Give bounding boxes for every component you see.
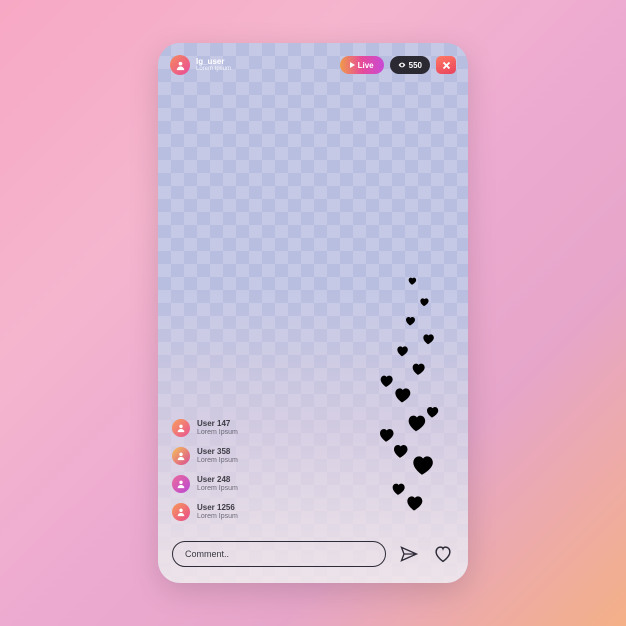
broadcaster-subline: Lorem Ipsum [196, 66, 334, 72]
comment-item[interactable]: User 1256 Lorem Ipsum [172, 503, 238, 521]
app-background: Ig_user Lorem Ipsum Live 550 User 147 Lo… [0, 0, 626, 626]
commenter-name: User 248 [197, 476, 238, 485]
commenter-avatar [172, 419, 190, 437]
commenter-name: User 1256 [197, 504, 238, 513]
comment-feed: User 147 Lorem Ipsum User 358 Lorem Ipsu… [172, 419, 238, 521]
close-button[interactable] [436, 56, 456, 74]
person-icon [175, 60, 186, 71]
comment-item[interactable]: User 358 Lorem Ipsum [172, 447, 238, 465]
like-button[interactable] [432, 543, 454, 565]
commenter-avatar [172, 503, 190, 521]
play-icon [350, 62, 355, 68]
broadcaster-name: Ig_user [196, 58, 334, 66]
bottom-bar: Comment.. [172, 541, 454, 567]
close-icon [442, 61, 451, 70]
broadcaster-avatar[interactable] [170, 55, 190, 75]
comment-placeholder: Comment.. [185, 549, 229, 559]
comment-item[interactable]: User 248 Lorem Ipsum [172, 475, 238, 493]
person-icon [176, 507, 186, 517]
comment-text: User 1256 Lorem Ipsum [197, 504, 238, 520]
comment-body: Lorem Ipsum [197, 429, 238, 437]
heart-outline-icon [432, 543, 454, 565]
live-stream-frame: Ig_user Lorem Ipsum Live 550 User 147 Lo… [158, 43, 468, 583]
person-icon [176, 479, 186, 489]
top-bar: Ig_user Lorem Ipsum Live 550 [170, 55, 456, 75]
person-icon [176, 423, 186, 433]
comment-item[interactable]: User 147 Lorem Ipsum [172, 419, 238, 437]
commenter-name: User 147 [197, 420, 238, 429]
comment-body: Lorem Ipsum [197, 457, 238, 465]
commenter-name: User 358 [197, 448, 238, 457]
broadcaster-info[interactable]: Ig_user Lorem Ipsum [196, 58, 334, 73]
eye-icon [398, 61, 406, 69]
comment-body: Lorem Ipsum [197, 513, 238, 521]
live-label: Live [358, 61, 374, 70]
send-button[interactable] [398, 543, 420, 565]
send-icon [399, 544, 419, 564]
comment-body: Lorem Ipsum [197, 485, 238, 493]
commenter-avatar [172, 475, 190, 493]
viewer-count-badge[interactable]: 550 [390, 56, 430, 74]
live-badge: Live [340, 56, 384, 74]
commenter-avatar [172, 447, 190, 465]
person-icon [176, 451, 186, 461]
comment-text: User 358 Lorem Ipsum [197, 448, 238, 464]
comment-input[interactable]: Comment.. [172, 541, 386, 567]
comment-text: User 147 Lorem Ipsum [197, 420, 238, 436]
viewer-count: 550 [409, 61, 422, 70]
comment-text: User 248 Lorem Ipsum [197, 476, 238, 492]
